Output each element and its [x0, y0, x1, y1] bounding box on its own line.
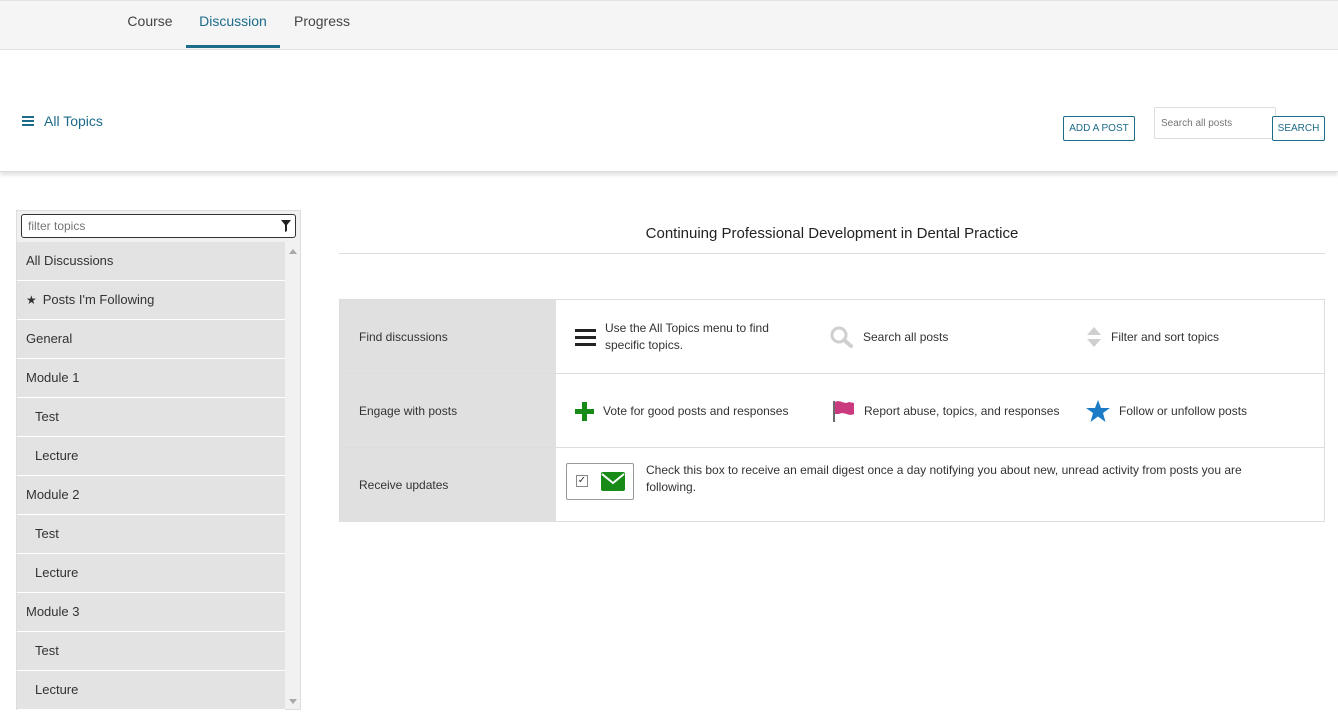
guide-item-search: Search all posts — [830, 300, 1040, 374]
guide-text-search: Search all posts — [863, 329, 949, 344]
guide-item-menu: Use the All Topics menu to find specific… — [575, 300, 785, 374]
topic-module-2-test[interactable]: Test — [17, 515, 285, 554]
guide-row-engage: Engage with posts Vote for good posts an… — [340, 374, 1324, 448]
topic-module-3-test[interactable]: Test — [17, 632, 285, 671]
topic-module-1-test[interactable]: Test — [17, 398, 285, 437]
star-icon — [1086, 400, 1110, 422]
email-digest-text: Check this box to receive an email diges… — [646, 463, 1242, 494]
guide-heading-engage: Engage with posts — [340, 374, 556, 447]
guide-text-sort: Filter and sort topics — [1111, 329, 1220, 344]
tab-discussion[interactable]: Discussion — [186, 1, 280, 48]
sidebar-scrollbar[interactable] — [285, 242, 300, 709]
checkbox-checked-icon[interactable]: ✓ — [576, 475, 588, 487]
topic-list: All Discussions ★ Posts I'm Following Gen… — [17, 242, 285, 710]
add-post-button[interactable]: ADD A POST — [1063, 116, 1135, 141]
scroll-down-arrow-icon[interactable] — [289, 699, 297, 704]
guide-text-menu: Use the All Topics menu to find specific… — [605, 321, 769, 352]
topic-general[interactable]: General — [17, 320, 285, 359]
topic-module-3[interactable]: Module 3 — [17, 593, 285, 632]
plus-icon — [575, 401, 594, 421]
all-topics-menu-button[interactable]: All Topics — [22, 113, 103, 129]
topic-module-1[interactable]: Module 1 — [17, 359, 285, 398]
topic-all-discussions[interactable]: All Discussions — [17, 242, 285, 281]
course-tab-bar: Course Discussion Progress — [0, 0, 1338, 50]
guide-item-report: Report abuse, topics, and responses — [832, 374, 1072, 448]
discussion-guide: Find discussions Use the All Topics menu… — [339, 299, 1325, 522]
topic-posts-following[interactable]: ★ Posts I'm Following — [17, 281, 285, 320]
sort-icon — [1087, 327, 1101, 347]
filter-topics-input[interactable] — [21, 214, 296, 238]
discussion-header: All Topics ADD A POST SEARCH — [0, 88, 1338, 172]
topic-module-3-lecture[interactable]: Lecture — [17, 671, 285, 710]
filter-icon — [281, 220, 291, 232]
search-icon — [830, 326, 853, 348]
mail-icon — [601, 472, 625, 491]
guide-row-receive: Receive updates ✓ Check this box to rece… — [340, 448, 1324, 522]
menu-icon — [22, 116, 34, 126]
scroll-up-arrow-icon[interactable] — [289, 249, 297, 254]
flag-icon — [833, 401, 854, 422]
search-posts-input[interactable] — [1154, 107, 1276, 139]
guide-heading-receive: Receive updates — [340, 448, 556, 522]
topic-label: Posts I'm Following — [42, 292, 155, 307]
guide-text-follow: Follow or unfollow posts — [1119, 403, 1248, 418]
email-digest-checkbox[interactable]: ✓ — [566, 463, 634, 500]
guide-item-vote: Vote for good posts and responses — [575, 374, 815, 448]
topic-module-2-lecture[interactable]: Lecture — [17, 554, 285, 593]
guide-row-find: Find discussions Use the All Topics menu… — [340, 300, 1324, 374]
guide-text-report: Report abuse, topics, and responses — [864, 403, 1060, 418]
filter-bar — [17, 211, 300, 242]
guide-item-follow: Follow or unfollow posts — [1086, 374, 1316, 448]
topic-module-2[interactable]: Module 2 — [17, 476, 285, 515]
guide-text-vote: Vote for good posts and responses — [603, 403, 789, 418]
course-title: Continuing Professional Development in D… — [339, 225, 1325, 254]
guide-item-sort: Filter and sort topics — [1086, 300, 1316, 374]
search-button[interactable]: SEARCH — [1272, 116, 1325, 141]
all-topics-label: All Topics — [44, 113, 103, 129]
star-icon: ★ — [26, 293, 37, 307]
menu-icon — [575, 329, 596, 346]
tab-progress[interactable]: Progress — [282, 1, 362, 48]
tab-course[interactable]: Course — [115, 1, 185, 48]
guide-heading-find: Find discussions — [340, 300, 556, 373]
topics-sidebar: All Discussions ★ Posts I'm Following Gen… — [16, 210, 301, 710]
topic-module-1-lecture[interactable]: Lecture — [17, 437, 285, 476]
